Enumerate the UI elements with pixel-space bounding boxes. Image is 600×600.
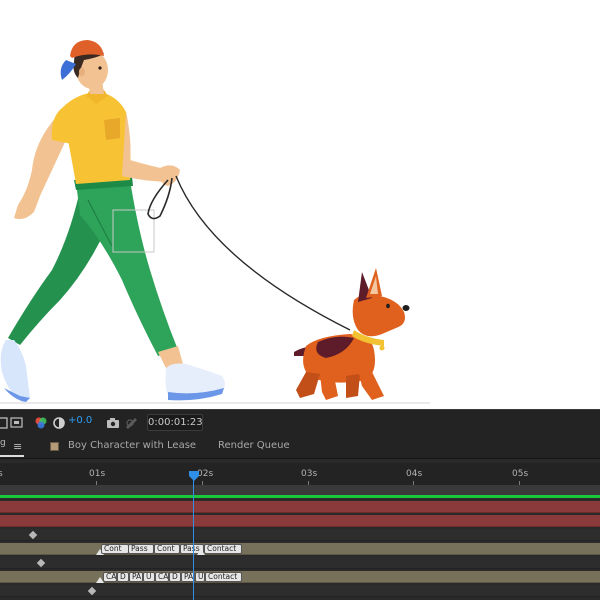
current-time-indicator-line[interactable] (193, 473, 194, 600)
color-channels-icon[interactable] (34, 415, 48, 431)
tab-render-queue[interactable]: Render Queue (218, 440, 290, 451)
ruler-label: 03s (301, 469, 318, 479)
timeline-marker[interactable]: D (169, 572, 181, 582)
transparency-grid-icon[interactable] (10, 415, 24, 431)
layer-track[interactable] (0, 501, 600, 513)
timeline-marker[interactable]: Pass (128, 544, 154, 554)
keyframe[interactable] (87, 586, 97, 596)
snapshot-icon[interactable] (106, 415, 120, 431)
ruler-label: 05s (512, 469, 529, 479)
region-of-interest-icon[interactable] (0, 415, 10, 431)
timeline-marker[interactable]: D (117, 572, 129, 582)
time-ruler[interactable]: s 01s 02s 03s 04s 05s (0, 463, 600, 485)
tab-composition[interactable]: Boy Character with Lease (68, 440, 196, 451)
timeline-marker[interactable]: CA (155, 572, 169, 582)
timeline-marker[interactable]: PA (129, 572, 143, 582)
timeline-marker[interactable]: U (143, 572, 155, 582)
playhead-handle-icon[interactable] (189, 471, 199, 481)
keyframe[interactable] (28, 530, 38, 540)
dog-illustration (294, 268, 410, 400)
timeline-marker[interactable]: CA (103, 572, 117, 582)
timeline-panel: s 01s 02s 03s 04s 05s Cont Pass Cont Pas… (0, 459, 600, 600)
timeline-tab-bar: g ≡ Boy Character with Lease Render Queu… (0, 435, 600, 459)
layer-track[interactable] (0, 515, 600, 527)
work-area-bar[interactable] (0, 495, 600, 498)
timeline-marker[interactable]: U (195, 572, 205, 582)
timeline-marker[interactable]: Cont (101, 544, 129, 554)
after-effects-window: +0.0 0:00:01:23 g ≡ Boy Character with L… (0, 0, 600, 600)
ruler-label: 02s (197, 469, 214, 479)
exposure-value[interactable]: +0.0 (68, 415, 92, 426)
keyframe[interactable] (36, 558, 46, 568)
viewer-toolbar: +0.0 0:00:01:23 (0, 409, 600, 435)
panel-menu-icon[interactable]: ≡ (13, 440, 22, 453)
timeline-marker[interactable]: Contact (205, 572, 242, 582)
layer-track[interactable] (0, 585, 600, 597)
show-snapshot-icon[interactable] (124, 415, 138, 431)
active-tab-indicator (0, 455, 24, 457)
timeline-marker[interactable]: Cont (154, 544, 180, 554)
ruler-label: 04s (406, 469, 423, 479)
boy-walking-dog-illustration (0, 40, 430, 404)
composition-viewer[interactable] (0, 0, 600, 409)
layer-track[interactable]: CA D PA U CA D PA U Contact (0, 571, 600, 583)
layer-track[interactable] (0, 557, 600, 569)
layer-track[interactable] (0, 529, 600, 541)
ruler-label: s (0, 469, 3, 479)
timeline-tab-fragment[interactable]: g (0, 438, 6, 448)
composition-color-swatch (50, 442, 59, 451)
timeline-marker[interactable]: Contact (204, 544, 242, 554)
layer-track[interactable]: Cont Pass Cont Pass Contact (0, 543, 600, 555)
current-time-display[interactable]: 0:00:01:23 (147, 414, 203, 431)
ruler-label: 01s (89, 469, 106, 479)
reset-exposure-icon[interactable] (52, 415, 66, 431)
